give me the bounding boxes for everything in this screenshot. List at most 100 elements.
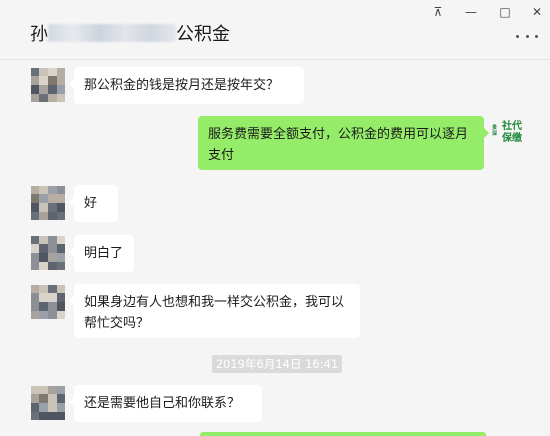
avatar-mosaic-tile xyxy=(48,76,57,85)
self-avatar[interactable]: 贵深 社代保缴 xyxy=(492,119,528,151)
avatar-mosaic-tile xyxy=(57,285,65,293)
avatar-mosaic-tile xyxy=(57,412,65,420)
message-bubble-incoming[interactable]: 明白了 xyxy=(69,235,134,272)
contact-avatar[interactable] xyxy=(31,285,65,319)
avatar-mosaic-tile xyxy=(57,302,65,311)
avatar-mosaic-tile xyxy=(57,186,65,194)
avatar-mosaic-tile xyxy=(57,236,65,244)
avatar-mosaic-tile xyxy=(31,262,39,270)
message-bubble-incoming[interactable]: 还是需要他自己和你联系？ xyxy=(69,385,262,422)
avatar-mosaic-tile xyxy=(31,386,39,394)
self-avatar-small-text: 贵深 xyxy=(492,125,498,137)
avatar-mosaic-tile xyxy=(57,76,65,85)
avatar-mosaic-tile xyxy=(48,262,57,270)
message-text: 明白了 xyxy=(84,246,124,261)
avatar-mosaic-tile xyxy=(39,302,48,311)
avatar-mosaic-tile xyxy=(48,412,57,420)
avatar-mosaic-tile xyxy=(39,68,48,76)
avatar-mosaic-tile xyxy=(48,311,57,319)
message-text: 还是需要他自己和你联系？ xyxy=(84,396,241,411)
avatar-mosaic-tile xyxy=(48,194,57,203)
avatar-mosaic-tile xyxy=(31,394,39,403)
message-bubble-outgoing-partial[interactable] xyxy=(200,432,486,436)
avatar-mosaic-tile xyxy=(39,236,48,244)
pin-icon[interactable]: ⊼ xyxy=(427,4,449,20)
contact-avatar[interactable] xyxy=(31,186,65,220)
avatar-mosaic-tile xyxy=(57,253,65,262)
minimize-button[interactable]: — xyxy=(460,4,482,20)
avatar-mosaic-tile xyxy=(31,186,39,194)
message-bubble-outgoing[interactable]: 服务费需要全额支付，公积金的费用可以逐月支付 xyxy=(198,116,489,170)
message-text: 如果身边有人也想和我一样交公积金，我可以帮忙交吗？ xyxy=(84,295,345,331)
avatar-mosaic-tile xyxy=(31,403,39,412)
avatar-mosaic-tile xyxy=(39,262,48,270)
avatar-mosaic-tile xyxy=(31,212,39,220)
chat-title-suffix: 公积金 xyxy=(176,24,230,45)
avatar-mosaic-tile xyxy=(31,194,39,203)
avatar-mosaic-tile xyxy=(31,68,39,76)
avatar-mosaic-tile xyxy=(48,68,57,76)
avatar-mosaic-tile xyxy=(57,203,65,212)
chat-title: 孙 公积金 xyxy=(30,23,230,47)
message-bubble-incoming[interactable]: 那公积金的钱是按月还是按年交？ xyxy=(69,67,304,104)
avatar-mosaic-tile xyxy=(39,285,48,293)
avatar-mosaic-tile xyxy=(48,244,57,253)
close-button[interactable]: ✕ xyxy=(526,4,548,20)
avatar-mosaic-tile xyxy=(57,85,65,94)
avatar-mosaic-tile xyxy=(48,285,57,293)
avatar-mosaic-tile xyxy=(39,293,48,302)
message-text: 那公积金的钱是按月还是按年交？ xyxy=(84,78,280,93)
avatar-mosaic-tile xyxy=(48,186,57,194)
avatar-mosaic-tile xyxy=(48,203,57,212)
avatar-mosaic-tile xyxy=(39,76,48,85)
avatar-mosaic-tile xyxy=(57,262,65,270)
avatar-mosaic-tile xyxy=(31,253,39,262)
avatar-mosaic-tile xyxy=(39,203,48,212)
avatar-mosaic-tile xyxy=(31,203,39,212)
contact-avatar[interactable] xyxy=(31,236,65,270)
avatar-mosaic-tile xyxy=(57,403,65,412)
contact-avatar[interactable] xyxy=(31,386,65,420)
self-avatar-main-text: 社代保缴 xyxy=(502,121,522,144)
avatar-mosaic-tile xyxy=(57,244,65,253)
avatar-mosaic-tile xyxy=(39,311,48,319)
avatar-mosaic-tile xyxy=(31,236,39,244)
avatar-mosaic-tile xyxy=(39,94,48,102)
avatar-mosaic-tile xyxy=(57,68,65,76)
avatar-mosaic-tile xyxy=(57,94,65,102)
avatar-mosaic-tile xyxy=(57,311,65,319)
avatar-mosaic-tile xyxy=(48,253,57,262)
avatar-mosaic-tile xyxy=(48,293,57,302)
message-text: 服务费需要全额支付，公积金的费用可以逐月支付 xyxy=(208,127,469,163)
avatar-mosaic-tile xyxy=(39,85,48,94)
avatar-mosaic-tile xyxy=(39,253,48,262)
message-bubble-incoming[interactable]: 如果身边有人也想和我一样交公积金，我可以帮忙交吗？ xyxy=(69,284,360,338)
more-dots-icon[interactable] xyxy=(516,30,538,42)
timestamp-divider: 2019年6月14日 16:41 xyxy=(212,355,342,373)
avatar-mosaic-tile xyxy=(31,85,39,94)
avatar-mosaic-tile xyxy=(57,386,65,394)
avatar-mosaic-tile xyxy=(48,302,57,311)
avatar-mosaic-tile xyxy=(31,285,39,293)
avatar-mosaic-tile xyxy=(39,194,48,203)
avatar-mosaic-tile xyxy=(57,394,65,403)
avatar-mosaic-tile xyxy=(48,85,57,94)
redacted-phone-number xyxy=(48,24,176,42)
avatar-mosaic-tile xyxy=(31,412,39,420)
title-bar: 孙 公积金 ⊼ — □ ✕ xyxy=(0,0,550,60)
contact-avatar[interactable] xyxy=(31,68,65,102)
message-bubble-incoming[interactable]: 好 xyxy=(69,185,118,222)
avatar-mosaic-tile xyxy=(39,412,48,420)
avatar-mosaic-tile xyxy=(31,311,39,319)
avatar-mosaic-tile xyxy=(39,244,48,253)
avatar-mosaic-tile xyxy=(48,212,57,220)
avatar-mosaic-tile xyxy=(39,403,48,412)
avatar-mosaic-tile xyxy=(48,386,57,394)
avatar-mosaic-tile xyxy=(31,302,39,311)
avatar-mosaic-tile xyxy=(31,76,39,85)
maximize-button[interactable]: □ xyxy=(494,4,516,20)
avatar-mosaic-tile xyxy=(48,94,57,102)
avatar-mosaic-tile xyxy=(39,386,48,394)
avatar-mosaic-tile xyxy=(48,394,57,403)
avatar-mosaic-tile xyxy=(39,186,48,194)
